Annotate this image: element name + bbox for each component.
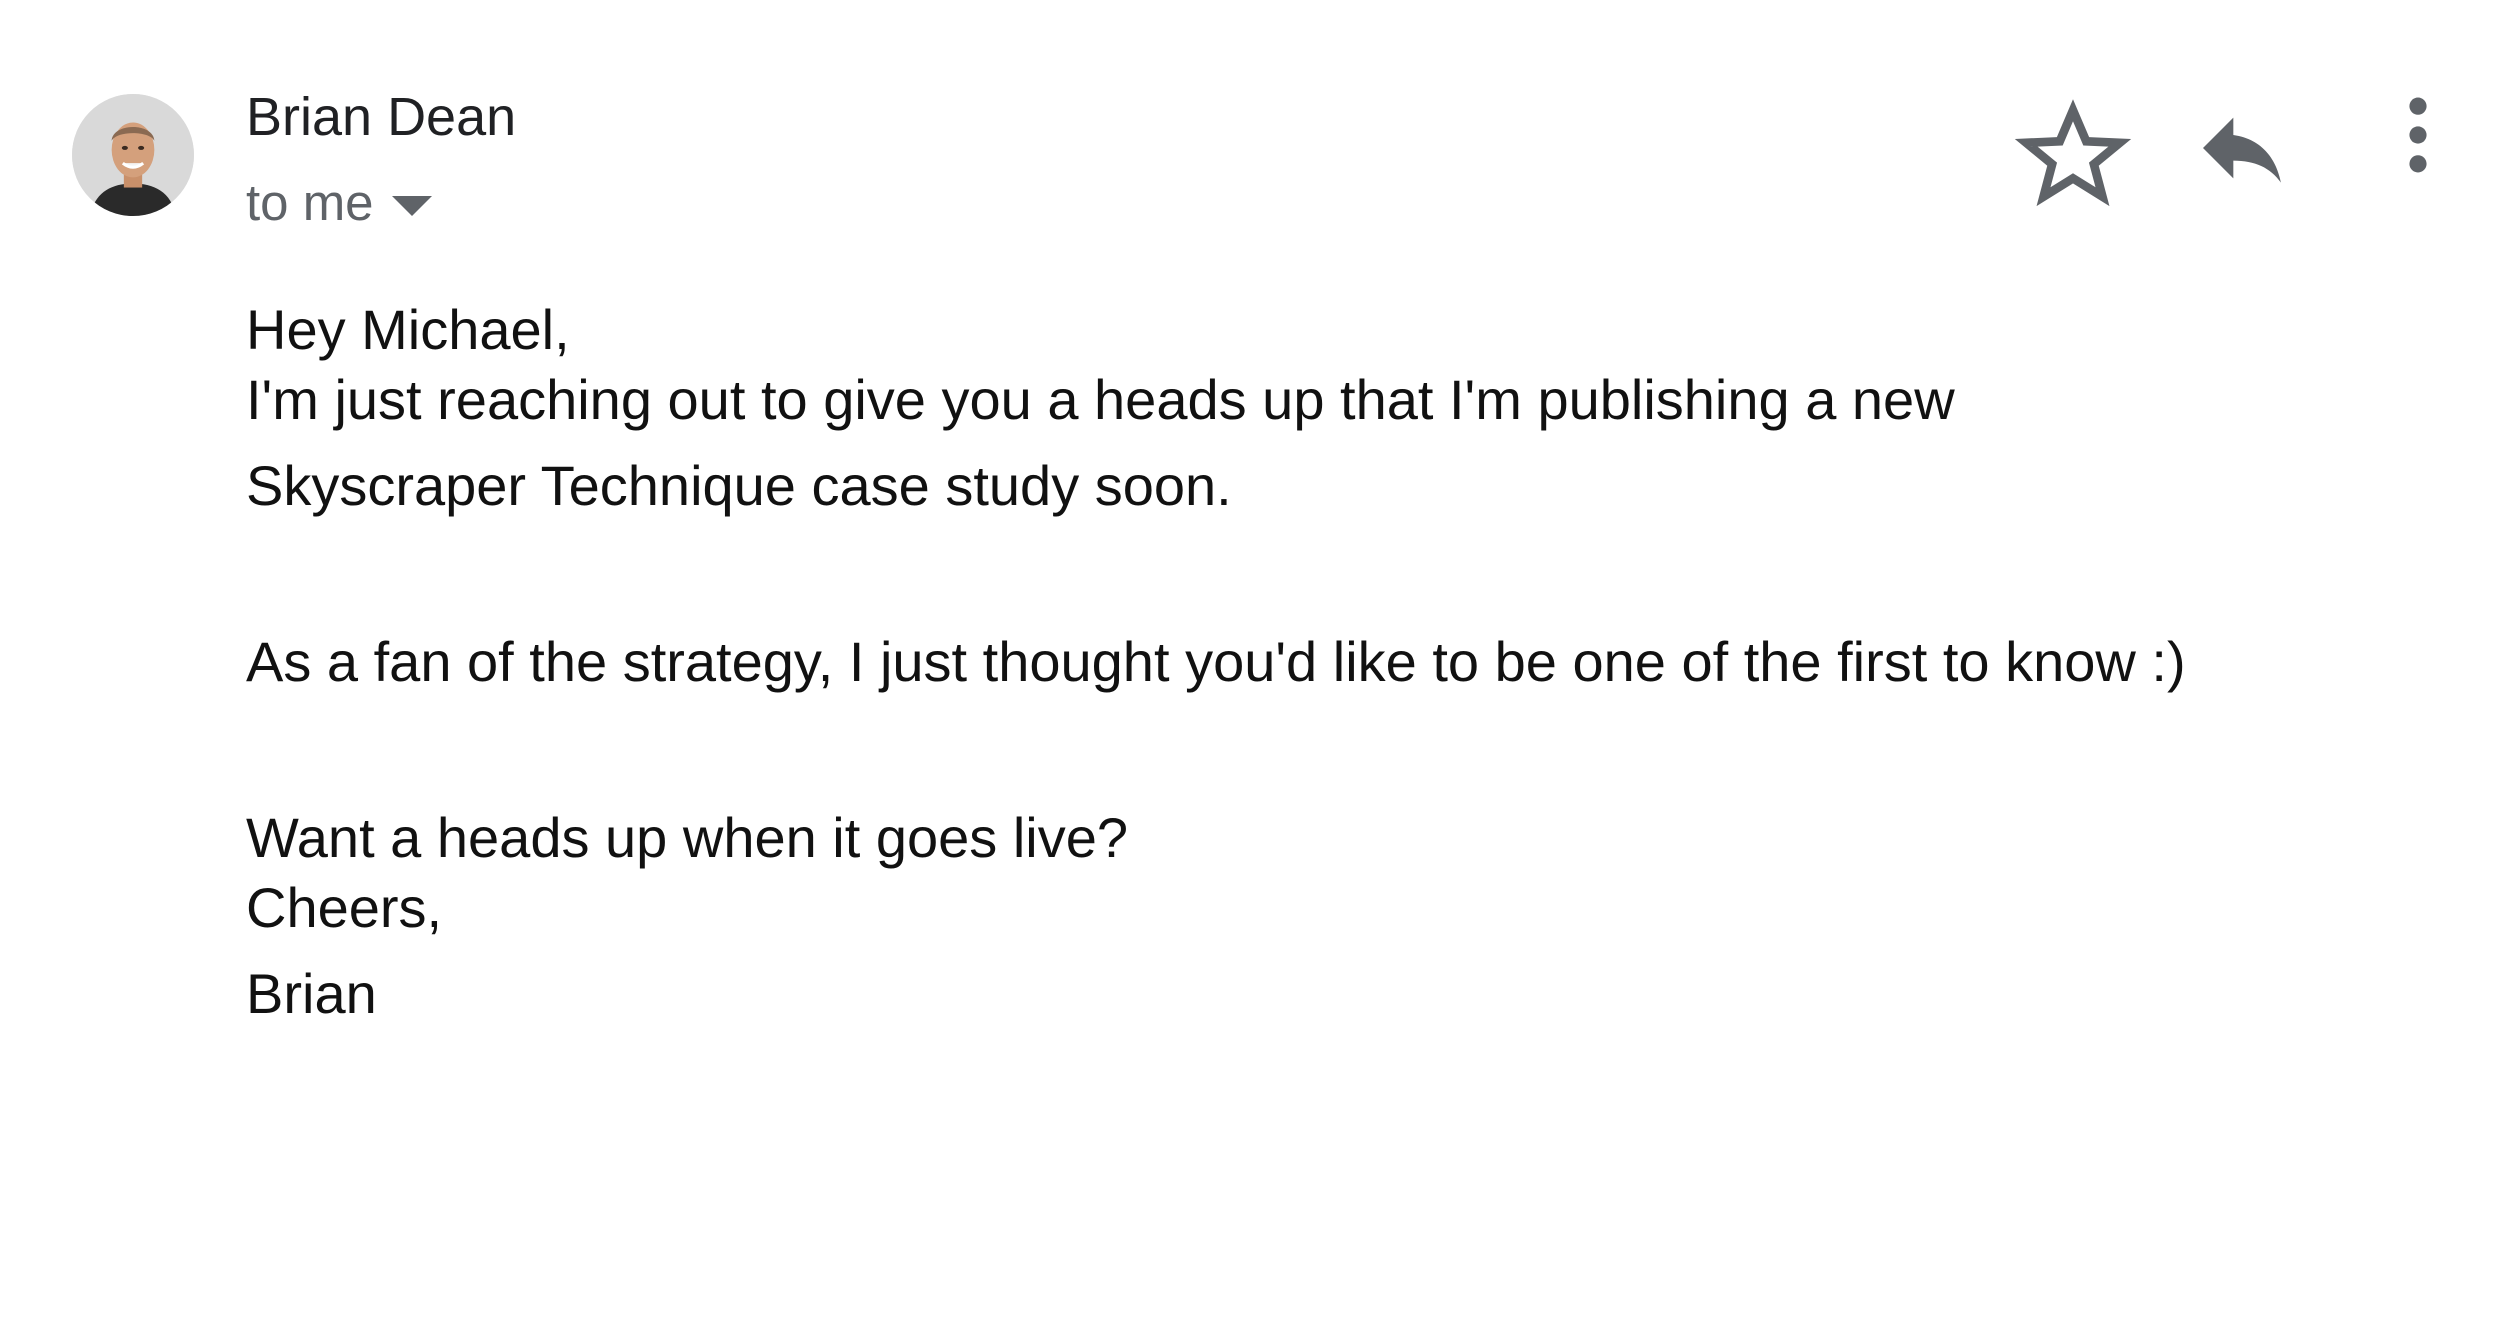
signoff: Cheers,: [246, 876, 443, 939]
paragraph-1: I'm just reaching out to give you a head…: [246, 365, 2446, 521]
star-icon: [2014, 99, 2132, 207]
sender-photo: [72, 94, 194, 216]
more-vertical-icon: [2409, 97, 2427, 173]
reply-button[interactable]: [2190, 96, 2294, 200]
recipient-details-toggle[interactable]: to me: [246, 170, 432, 236]
avatar[interactable]: [72, 94, 194, 216]
paragraph-3: Want a heads up when it goes live?: [246, 806, 1129, 869]
chevron-down-icon[interactable]: [391, 196, 432, 216]
sender-name[interactable]: Brian Dean: [246, 84, 516, 150]
signoff-block: Cheers, Brian: [246, 873, 2446, 1029]
recipient-label: to me: [246, 174, 374, 231]
more-options-button[interactable]: [2394, 96, 2442, 174]
greeting: Hey Michael,: [246, 298, 570, 361]
signature: Brian: [246, 962, 377, 1025]
paragraph-1-line-1: I'm just reaching out to give you a head…: [246, 368, 1955, 431]
paragraph-1-line-2: Skyscraper Technique case study soon.: [246, 454, 1232, 517]
star-button[interactable]: [2012, 94, 2134, 216]
reply-icon: [2203, 117, 2281, 183]
paragraph-2: As a fan of the strategy, I just thought…: [246, 630, 2186, 693]
message-body: Hey Michael, I'm just reaching out to gi…: [246, 295, 2446, 1029]
